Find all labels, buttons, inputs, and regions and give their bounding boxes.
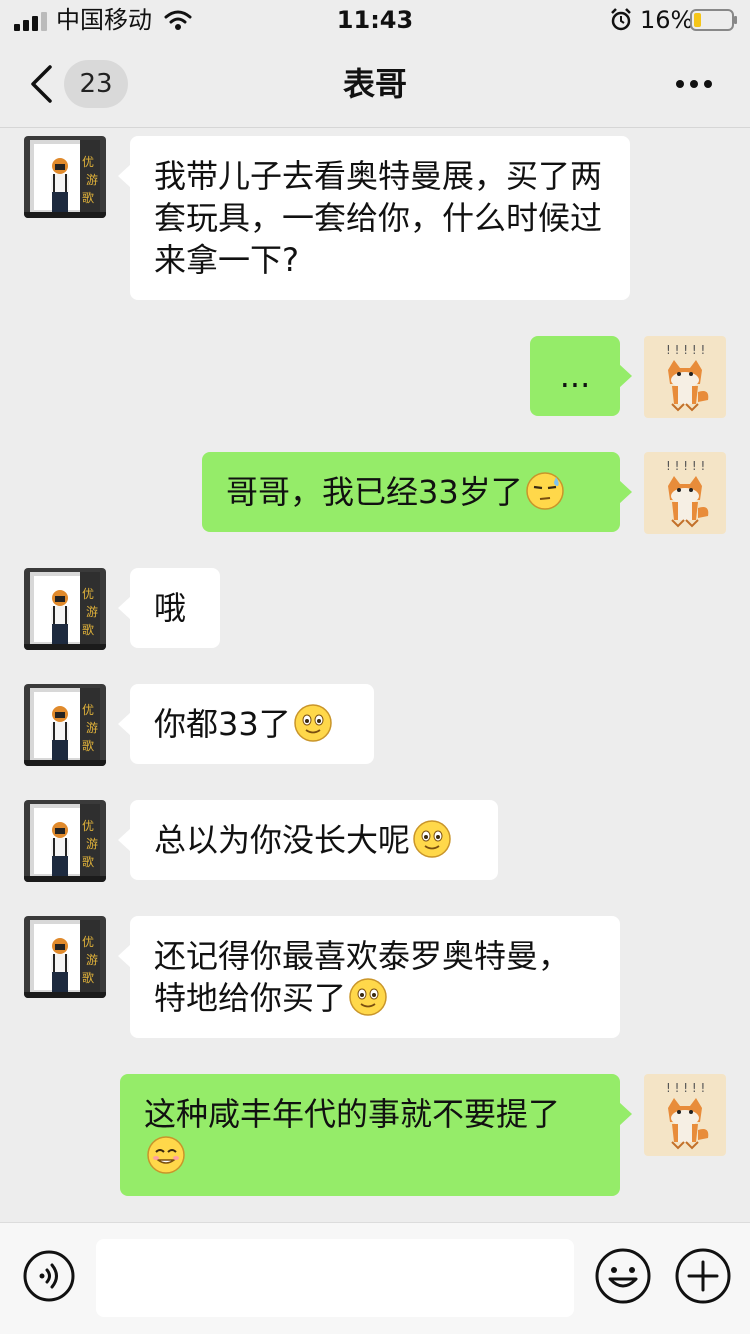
message-bubble[interactable]: 总以为你没长大呢 [118, 800, 498, 880]
message-bubble[interactable]: 还记得你最喜欢泰罗奥特曼，特地给你买了 [118, 916, 620, 1038]
contact-avatar[interactable] [24, 568, 106, 650]
chat-screen: 中国移动 11:43 16% 23 表哥 我带儿子去看奥特曼展，买了两套玩具，一… [0, 0, 750, 1334]
message-bubble[interactable]: 哥哥，我已经33岁了 [202, 452, 632, 532]
battery-icon [690, 9, 737, 31]
voice-input-icon[interactable] [22, 1249, 76, 1303]
smile-emoji-icon [412, 819, 452, 859]
message-bubble[interactable]: 你都33了 [118, 684, 374, 764]
sweat-emoji-icon [525, 471, 565, 511]
message-text: ... [559, 357, 591, 395]
awkward-smile-emoji-icon [146, 1135, 186, 1175]
contact-avatar[interactable] [24, 800, 106, 882]
more-options-icon[interactable] [674, 76, 714, 92]
input-bar [0, 1222, 750, 1334]
message-bubble[interactable]: 我带儿子去看奥特曼展，买了两套玩具，一套给你，什么时候过来拿一下? [118, 136, 630, 300]
message-input[interactable] [96, 1239, 574, 1317]
chat-title: 表哥 [342, 65, 407, 103]
battery-percent: 16% [640, 6, 694, 34]
smile-emoji-icon [348, 977, 388, 1017]
message-bubble[interactable]: ... [530, 336, 632, 416]
contact-avatar[interactable] [24, 136, 106, 218]
message-bubble[interactable]: 哦 [118, 568, 220, 648]
contact-avatar[interactable] [24, 916, 106, 998]
alarm-icon [611, 8, 631, 31]
message-text: 总以为你没长大呢 [154, 821, 411, 859]
message-text: 我带儿子去看奥特曼展，买了两套玩具，一套给你，什么时候过来拿一下? [154, 157, 603, 279]
message-bubble[interactable]: 这种咸丰年代的事就不要提了 [120, 1074, 632, 1196]
contact-avatar[interactable] [24, 684, 106, 766]
add-more-icon[interactable] [674, 1247, 732, 1305]
message-text: 哦 [154, 589, 187, 627]
emoji-picker-icon[interactable] [594, 1247, 652, 1305]
chat-header: 23 表哥 [0, 40, 750, 128]
message-text: 这种咸丰年代的事就不要提了 [144, 1095, 561, 1133]
message-text: 哥哥，我已经33岁了 [226, 473, 523, 511]
smile-emoji-icon [293, 703, 333, 743]
message-text: 你都33了 [154, 705, 291, 743]
self-avatar[interactable] [644, 1074, 726, 1156]
self-avatar[interactable] [644, 336, 726, 418]
self-avatar[interactable] [644, 452, 726, 534]
status-time: 11:43 [336, 6, 414, 34]
status-bar: 中国移动 11:43 16% [0, 0, 750, 40]
